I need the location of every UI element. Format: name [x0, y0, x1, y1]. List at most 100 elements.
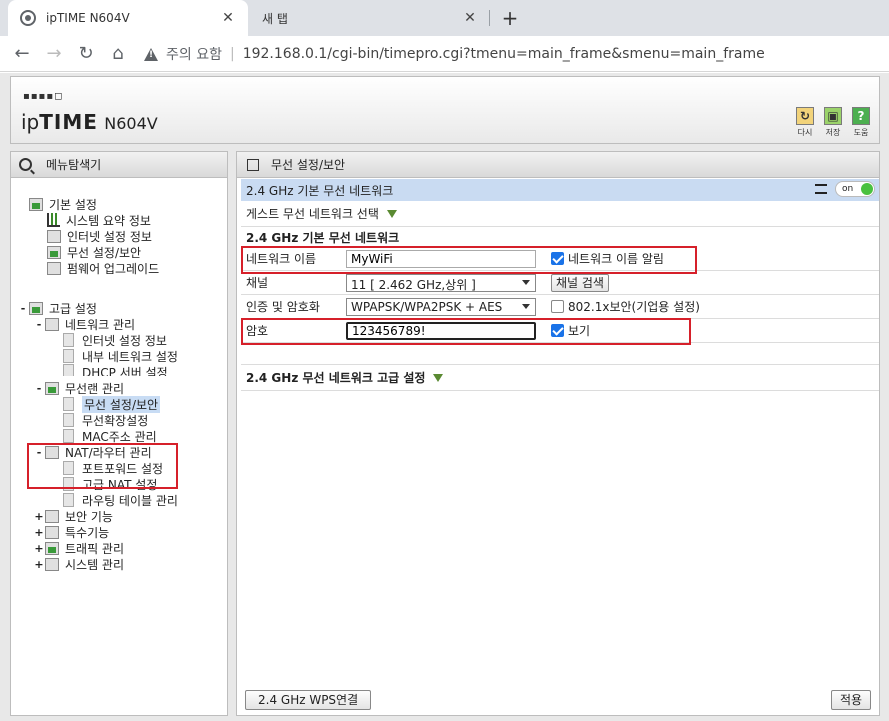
menu-security[interactable]: + 보안 기능 — [33, 508, 113, 524]
filter-icon[interactable] — [815, 184, 827, 194]
checkbox-unchecked — [551, 300, 564, 313]
menu-network-lan[interactable]: 내부 네트워크 설정 — [63, 348, 178, 364]
page-icon — [63, 349, 74, 363]
menu-explorer-title: 메뉴탐색기 — [46, 158, 102, 172]
advanced-row[interactable]: 2.4 GHz 무선 네트워크 고급 설정 — [241, 365, 879, 391]
menu-nat-routing[interactable]: 라우팅 테이블 관리 — [63, 492, 178, 508]
menu-system-summary[interactable]: 시스템 요약 정보 — [47, 212, 151, 228]
menu-explorer-header: 메뉴탐색기 — [11, 152, 227, 178]
menu-label-selected: 무선 설정/보안 — [82, 395, 161, 413]
brand-bold: TIME — [39, 110, 98, 134]
menu-label: 무선확장설정 — [82, 413, 149, 428]
new-tab-button[interactable]: + — [498, 4, 522, 32]
router-header: ▪▪▪▪◻ ipTIME N604V ↻ 다시 ▣ 저장 ? 도움 — [10, 76, 880, 144]
menu-special[interactable]: + 특수기능 — [33, 524, 109, 540]
guest-network-row[interactable]: 게스트 무선 네트워크 선택 — [241, 201, 879, 227]
chevron-down-icon — [386, 209, 397, 218]
save-label: 저장 — [825, 128, 841, 137]
section-title: 2.4 GHz 기본 무선 네트워크 — [246, 183, 394, 198]
system-icon — [45, 557, 59, 571]
address-bar[interactable]: 주의 요함 | 192.168.0.1/cgi-bin/timepro.cgi?… — [140, 40, 889, 68]
page-icon — [63, 397, 74, 411]
back-button[interactable]: ← — [8, 40, 36, 68]
tab-iptime[interactable]: ipTIME N604V ✕ — [8, 0, 248, 36]
menu-wireless-basic[interactable]: 무선 설정/보안 — [47, 244, 141, 260]
folder-icon — [29, 197, 43, 211]
page-icon — [63, 413, 74, 427]
brand-logo: ipTIME N604V — [21, 110, 158, 134]
section-controls: on — [815, 181, 875, 197]
refresh-icon: ↻ — [796, 107, 814, 125]
help-button[interactable]: ? 도움 — [849, 107, 873, 138]
channel-select[interactable]: 11 [ 2.462 GHz,상위 ] — [346, 273, 536, 292]
page-icon — [63, 333, 74, 347]
advanced-label: 2.4 GHz 무선 네트워크 고급 설정 — [246, 371, 426, 385]
divider: | — [229, 46, 235, 62]
lock-icon — [45, 509, 59, 523]
refresh-button[interactable]: ↻ 다시 — [793, 107, 817, 138]
close-icon[interactable]: ✕ — [220, 10, 236, 26]
menu-wireless-extend[interactable]: 무선확장설정 — [63, 412, 148, 428]
menu-label: 트래픽 관리 — [65, 541, 125, 556]
menu-advanced-settings[interactable]: - 고급 설정 — [17, 300, 97, 316]
menu-wireless-mac[interactable]: MAC주소 관리 — [63, 428, 157, 444]
menu-network-dhcp[interactable]: DHCP 서버 설정 — [63, 364, 168, 376]
globe-icon — [20, 10, 36, 26]
menu-label: 내부 네트워크 설정 — [82, 349, 178, 364]
menu-label: 시스템 관리 — [65, 557, 125, 572]
forward-button[interactable]: → — [40, 40, 68, 68]
menu-internet-info[interactable]: 인터넷 설정 정보 — [47, 228, 152, 244]
expand-toggle[interactable]: + — [33, 510, 45, 523]
expand-toggle[interactable]: + — [33, 542, 45, 555]
section-bar: 2.4 GHz 기본 무선 네트워크 on — [241, 179, 879, 201]
page-icon — [63, 364, 74, 376]
reload-button[interactable]: ↻ — [72, 40, 100, 68]
router-page: ▪▪▪▪◻ ipTIME N604V ↻ 다시 ▣ 저장 ? 도움 메뉴탐색기 … — [0, 73, 889, 721]
save-button[interactable]: ▣ 저장 — [821, 107, 845, 138]
wps-button[interactable]: 2.4 GHz WPS연결 — [245, 690, 372, 710]
collapse-toggle[interactable]: - — [17, 302, 29, 315]
expand-toggle[interactable]: + — [33, 558, 45, 571]
page-icon — [63, 429, 74, 443]
monitor-icon — [47, 229, 61, 243]
browser-toolbar: ← → ↻ ⌂ 주의 요함 | 192.168.0.1/cgi-bin/time… — [0, 36, 889, 72]
window-icon — [247, 158, 259, 171]
dot1x-checkbox[interactable]: 802.1x보안(기업용 설정) — [551, 298, 700, 315]
tab-title: 새 탭 — [262, 11, 288, 26]
wireless-icon — [47, 245, 61, 259]
tab-new[interactable]: 새 탭 ✕ — [250, 0, 490, 36]
help-icon: ? — [852, 107, 870, 125]
menu-explorer: 메뉴탐색기 기본 설정 시스템 요약 정보 인터넷 설정 정보 무선 설정/보안… — [10, 151, 228, 716]
wireless-toggle[interactable]: on — [835, 181, 875, 197]
url-text: 192.168.0.1/cgi-bin/timepro.cgi?tmenu=ma… — [242, 46, 765, 62]
menu-label: 무선 설정/보안 — [67, 245, 142, 260]
menu-network[interactable]: - 네트워크 관리 — [33, 316, 135, 332]
subsection-title: 2.4 GHz 기본 무선 네트워크 — [246, 230, 400, 245]
menu-wireless[interactable]: - 무선랜 관리 — [33, 380, 124, 396]
menu-system[interactable]: + 시스템 관리 — [33, 556, 124, 572]
search-icon — [19, 158, 32, 171]
refresh-label: 다시 — [797, 128, 813, 137]
main-panel: 무선 설정/보안 2.4 GHz 기본 무선 네트워크 on 게스트 무선 네트… — [236, 151, 880, 716]
expand-toggle[interactable]: + — [33, 526, 45, 539]
brand-dots: ▪▪▪▪◻ — [23, 91, 64, 102]
wireless-icon — [45, 381, 59, 395]
collapse-toggle[interactable]: - — [33, 318, 45, 331]
collapse-toggle[interactable]: - — [33, 382, 45, 395]
tab-separator — [489, 10, 490, 26]
menu-firmware[interactable]: 펌웨어 업그레이드 — [47, 260, 159, 276]
channel-row: 채널 11 [ 2.462 GHz,상위 ] 채널 검색 — [241, 271, 879, 295]
channel-search-button[interactable]: 채널 검색 — [551, 273, 609, 292]
menu-basic-settings[interactable]: 기본 설정 — [29, 196, 97, 212]
auth-select[interactable]: WPAPSK/WPA2PSK + AES — [346, 297, 536, 316]
home-button[interactable]: ⌂ — [104, 40, 132, 68]
main-title: 무선 설정/보안 — [271, 158, 346, 172]
menu-label: 고급 설정 — [49, 301, 97, 316]
menu-traffic[interactable]: + 트래픽 관리 — [33, 540, 124, 556]
apply-button[interactable]: 적용 — [831, 690, 872, 710]
menu-wireless-security[interactable]: 무선 설정/보안 — [63, 395, 161, 413]
menu-label: 인터넷 설정 정보 — [67, 229, 152, 244]
close-icon[interactable]: ✕ — [462, 10, 478, 26]
menu-network-internet[interactable]: 인터넷 설정 정보 — [63, 332, 167, 348]
model-name: N604V — [104, 114, 158, 133]
